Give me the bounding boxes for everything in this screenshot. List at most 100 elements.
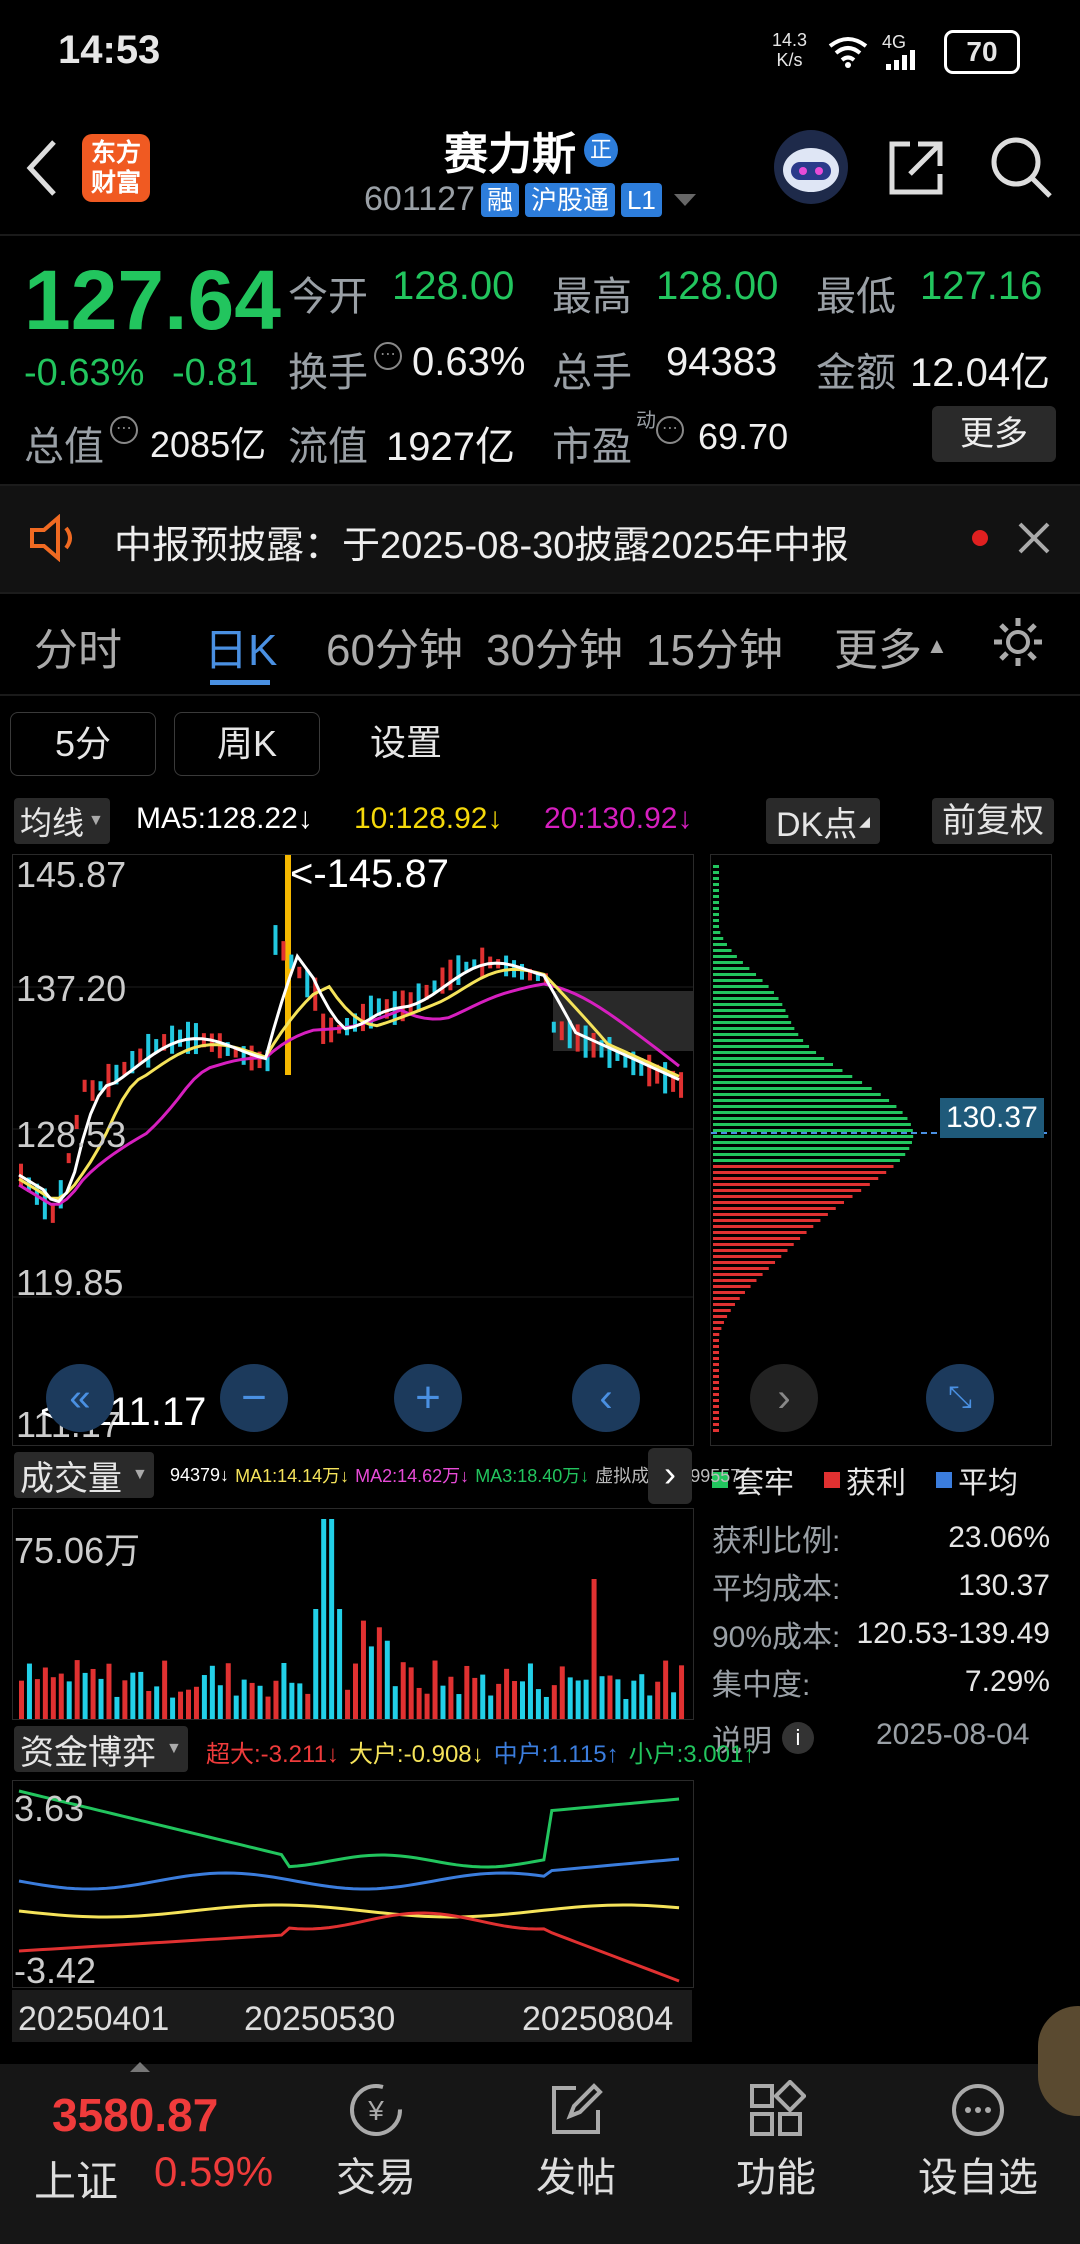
nav-function[interactable]: 功能 [732, 2079, 820, 2203]
index-pct[interactable]: 0.59% [154, 2148, 273, 2196]
volume-bar [281, 1662, 287, 1719]
wifi-icon [828, 37, 868, 68]
chip-bar [713, 1165, 894, 1168]
ma20-value: 20:130.92↓ [544, 802, 693, 835]
chip-bar [713, 1399, 719, 1402]
zoom-out-button[interactable]: − [220, 1364, 288, 1432]
info-dots-icon[interactable]: ⋯ [110, 416, 138, 444]
volume-bar [567, 1677, 573, 1719]
float-label: 流值 [288, 425, 368, 469]
dk-point-button[interactable]: DK点 ◢ [766, 798, 881, 844]
pe-superscript: 动 [636, 410, 656, 432]
volume-bar [154, 1686, 160, 1719]
info-dots-icon[interactable]: ⋯ [656, 416, 684, 444]
chip-bar [713, 1159, 900, 1162]
button-weekly-k[interactable]: 周K [174, 712, 320, 776]
info-dots-icon[interactable]: ⋯ [374, 342, 402, 370]
ma10-value: 10:128.92↓ [354, 802, 503, 835]
divider [0, 234, 1080, 236]
chip-bar [713, 1363, 719, 1366]
share-icon[interactable] [884, 136, 948, 200]
index-name[interactable]: 上证 [34, 2148, 118, 2209]
chip-prev-button[interactable]: › [750, 1364, 818, 1432]
pe-value: 69.70 [698, 416, 789, 457]
chip-bar [713, 1291, 745, 1294]
chip-bar [713, 1093, 881, 1096]
minus-icon: − [241, 1373, 267, 1422]
chevron-right-icon[interactable]: › [648, 1448, 692, 1504]
search-icon[interactable] [988, 134, 1054, 200]
more-button[interactable]: 更多 [932, 406, 1056, 462]
chip-bar [713, 907, 719, 910]
tag-connect: 沪股通 [524, 182, 615, 217]
tab-30min[interactable]: 30分钟 [486, 614, 623, 678]
chip-bar [713, 1261, 776, 1264]
edit-icon [552, 2083, 603, 2134]
volume-bar [66, 1681, 72, 1719]
volume-y-top: 75.06万 [14, 1530, 141, 1571]
volume-bar [607, 1675, 613, 1719]
volume-bar [591, 1579, 597, 1719]
chip-bar [713, 997, 779, 1000]
chip-bar [713, 889, 719, 892]
back-icon[interactable] [22, 138, 62, 198]
volume-bar [408, 1667, 414, 1719]
chip-bar [713, 877, 719, 880]
candle [416, 983, 421, 1013]
tab-intraday[interactable]: 分时 [34, 614, 122, 678]
ma-selector[interactable]: 均线 ▼ [14, 798, 110, 844]
stock-code-row[interactable]: 601127 融 沪股通 L1 [364, 180, 698, 219]
tab-daily-k[interactable]: 日K [204, 614, 277, 678]
fund-line [18, 1903, 680, 1919]
tab-60min[interactable]: 60分钟 [326, 614, 463, 678]
button-5min[interactable]: 5分 [10, 712, 156, 776]
scroll-left-button[interactable]: ‹ [572, 1364, 640, 1432]
chip-bar [713, 1153, 906, 1156]
candle [98, 1081, 103, 1091]
tab-15min[interactable]: 15分钟 [646, 614, 783, 678]
candle [679, 1072, 684, 1098]
zoom-in-button[interactable]: + [394, 1364, 462, 1432]
chip-bar [713, 1051, 817, 1054]
nav-post[interactable]: 发帖 [532, 2080, 620, 2203]
notice-text[interactable]: 中报预披露：于2025-08-30披露2025年中报 [114, 514, 849, 569]
chip-bar [713, 931, 721, 934]
app-logo[interactable]: 东方 财富 [82, 134, 150, 202]
chip-bar [713, 1033, 799, 1036]
chip-bar [713, 973, 757, 976]
amount-label: 金额 [816, 351, 896, 395]
ma5-value: MA5:128.22↓ [136, 802, 313, 835]
robot-avatar-icon[interactable] [774, 130, 848, 204]
volume-bar [273, 1680, 279, 1719]
button-settings[interactable]: 设置 [370, 712, 442, 774]
volume-bar [575, 1680, 581, 1719]
chip-bar [713, 1147, 910, 1150]
chip-bar [713, 1081, 863, 1084]
grid-icon [750, 2079, 807, 2136]
expand-button[interactable]: ⤡ [926, 1364, 994, 1432]
volume-selector[interactable]: 成交量 ▼ [14, 1452, 154, 1498]
volume-bar [265, 1696, 271, 1719]
volume-bar [527, 1663, 533, 1719]
nav-watchlist[interactable]: 设自选 [916, 2080, 1040, 2203]
fund-chart[interactable] [12, 1780, 694, 1988]
tab-more[interactable]: 更多 ▲ [834, 614, 948, 678]
chip-bar [713, 1249, 788, 1252]
volume-bar [297, 1683, 303, 1719]
volume-bar [416, 1687, 422, 1719]
nav-trade[interactable]: ¥ 交易 [332, 2080, 420, 2203]
fund-selector[interactable]: 资金博弈 ▼ [14, 1726, 188, 1772]
volume-bar [42, 1667, 48, 1719]
volume-bar [122, 1680, 128, 1719]
volume-bar [432, 1660, 438, 1719]
gear-icon[interactable] [990, 614, 1046, 670]
adjust-button[interactable]: 前复权 [932, 798, 1054, 844]
close-icon[interactable] [1016, 520, 1052, 556]
stock-badge: 正 [584, 133, 618, 167]
candle [90, 1080, 95, 1101]
chip-bar [713, 1423, 719, 1426]
scroll-left-fast-button[interactable]: « [46, 1364, 114, 1432]
chip-distribution[interactable] [710, 854, 1052, 1446]
index-value[interactable]: 3580.87 [52, 2088, 218, 2142]
stock-name: 赛力斯 [444, 130, 576, 179]
